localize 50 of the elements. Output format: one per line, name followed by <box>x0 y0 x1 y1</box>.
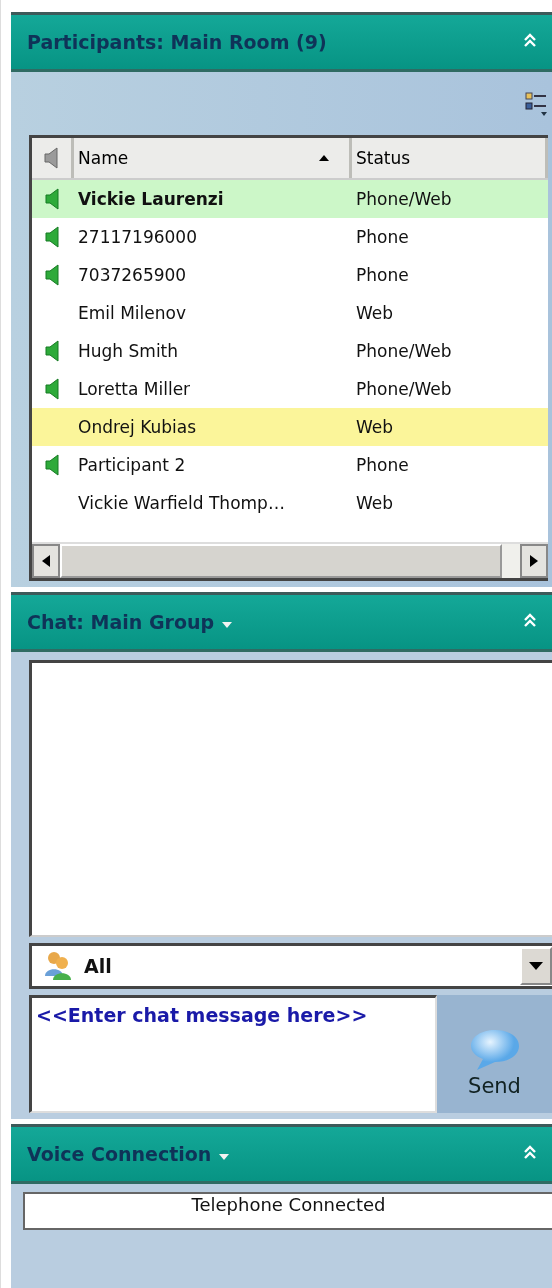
people-icon <box>42 950 74 982</box>
participant-status: Phone/Web <box>355 379 453 399</box>
participant-row[interactable]: Ondrej Kubias Web <box>32 408 548 446</box>
speaker-icon <box>43 147 60 169</box>
panel-title: Chat: Main Group <box>27 611 215 633</box>
panel-title: Participants: Main Room (9) <box>27 31 327 53</box>
participant-row[interactable]: Hugh Smith Phone/Web <box>32 332 548 370</box>
participant-status: Phone <box>355 455 410 475</box>
participant-row[interactable]: Vickie Warfield Thomp… Web <box>32 484 548 522</box>
participant-name: Ondrej Kubias <box>77 417 197 437</box>
participant-status: Web <box>355 303 395 323</box>
chat-message-field[interactable]: <<Enter chat message here>> <box>29 995 437 1113</box>
participant-name: Loretta Miller <box>77 379 192 399</box>
panel-title: Voice Connection <box>27 1143 212 1165</box>
speech-bubble-icon <box>468 1028 521 1072</box>
connection-status: Telephone Connected <box>23 1192 552 1230</box>
participant-name: Emil Milenov <box>77 303 187 323</box>
participant-name: Vickie Laurenzi <box>77 189 225 209</box>
participant-status: Phone/Web <box>355 189 453 209</box>
participant-row[interactable]: Emil Milenov Web <box>32 294 548 332</box>
scroll-right-button[interactable] <box>520 544 548 578</box>
participant-row[interactable]: Vickie Laurenzi Phone/Web <box>32 180 548 218</box>
participant-status: Web <box>355 493 395 513</box>
participant-status: Phone/Web <box>355 341 453 361</box>
participant-status: Web <box>355 417 395 437</box>
collapse-icon[interactable] <box>522 32 538 48</box>
scroll-thumb[interactable] <box>60 544 502 578</box>
collapse-icon[interactable] <box>522 612 538 628</box>
scrollbar[interactable] <box>32 542 548 578</box>
participant-row[interactable]: 27117196000 Phone <box>32 218 548 256</box>
recipient-dropdown[interactable]: All <box>29 943 552 989</box>
scroll-left-button[interactable] <box>32 544 60 578</box>
caret-icon[interactable] <box>219 1153 230 1160</box>
participant-name: 27117196000 <box>77 227 198 247</box>
send-button[interactable]: Send <box>437 995 552 1113</box>
participant-row[interactable]: Loretta Miller Phone/Web <box>32 370 548 408</box>
collapse-icon[interactable] <box>522 1144 538 1160</box>
participant-status: Phone <box>355 227 410 247</box>
list-view-icon[interactable] <box>524 89 548 118</box>
participant-name: 7037265900 <box>77 265 188 285</box>
participant-name: Participant 2 <box>77 455 187 475</box>
participant-status: Phone <box>355 265 410 285</box>
dropdown-arrow-icon <box>529 962 543 970</box>
participant-row[interactable]: 7037265900 Phone <box>32 256 548 294</box>
left-arrow-icon <box>42 555 50 567</box>
caret-icon[interactable] <box>222 621 233 628</box>
participant-row[interactable]: Participant 2 Phone <box>32 446 548 484</box>
right-arrow-icon <box>530 555 538 567</box>
participant-name: Vickie Warfield Thomp… <box>77 493 286 513</box>
participant-name: Hugh Smith <box>77 341 180 361</box>
